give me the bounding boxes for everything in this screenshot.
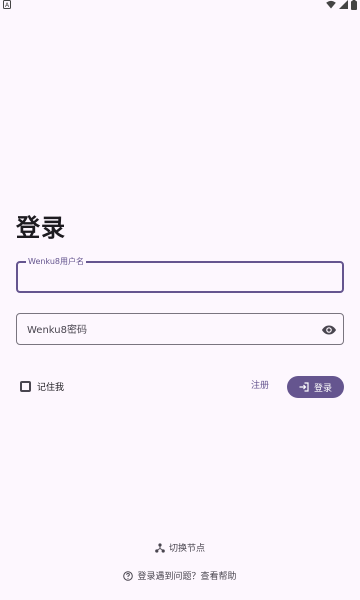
svg-text:A: A: [5, 2, 10, 9]
nodes-icon: [155, 542, 165, 553]
password-input[interactable]: [27, 321, 307, 339]
checkbox-box[interactable]: [20, 381, 31, 392]
username-label: Wenku8用户名: [26, 256, 86, 267]
switch-node-label: 切换节点: [168, 544, 205, 554]
login-screen: A 登录 Wenku8用户名 记住我 注册 登录 切换节点 登录遇到问题？查看帮…: [0, 0, 360, 600]
login-button-label: 登录: [313, 383, 332, 394]
signal-icon: [339, 0, 348, 9]
login-button[interactable]: 登录: [287, 376, 344, 398]
remember-me-label: 记住我: [37, 383, 65, 393]
eye-icon[interactable]: [321, 322, 337, 338]
username-field[interactable]: Wenku8用户名: [16, 256, 344, 293]
username-input[interactable]: [28, 269, 328, 287]
help-label: 登录遇到问题？查看帮助: [137, 572, 237, 582]
question-circle-icon: [123, 570, 134, 581]
password-field[interactable]: [16, 313, 344, 345]
switch-node-link[interactable]: 切换节点: [0, 541, 360, 554]
page-title: 登录: [16, 214, 66, 242]
wifi-icon: [326, 0, 336, 9]
a-notification-icon: A: [3, 0, 11, 9]
help-link[interactable]: 登录遇到问题？查看帮助: [0, 569, 360, 582]
login-icon: [299, 382, 309, 392]
remember-me-checkbox[interactable]: 记住我: [20, 380, 64, 393]
status-icons: [326, 0, 357, 10]
status-bar: A: [0, 0, 360, 11]
register-button[interactable]: 注册: [246, 378, 274, 394]
battery-icon: [351, 0, 357, 10]
